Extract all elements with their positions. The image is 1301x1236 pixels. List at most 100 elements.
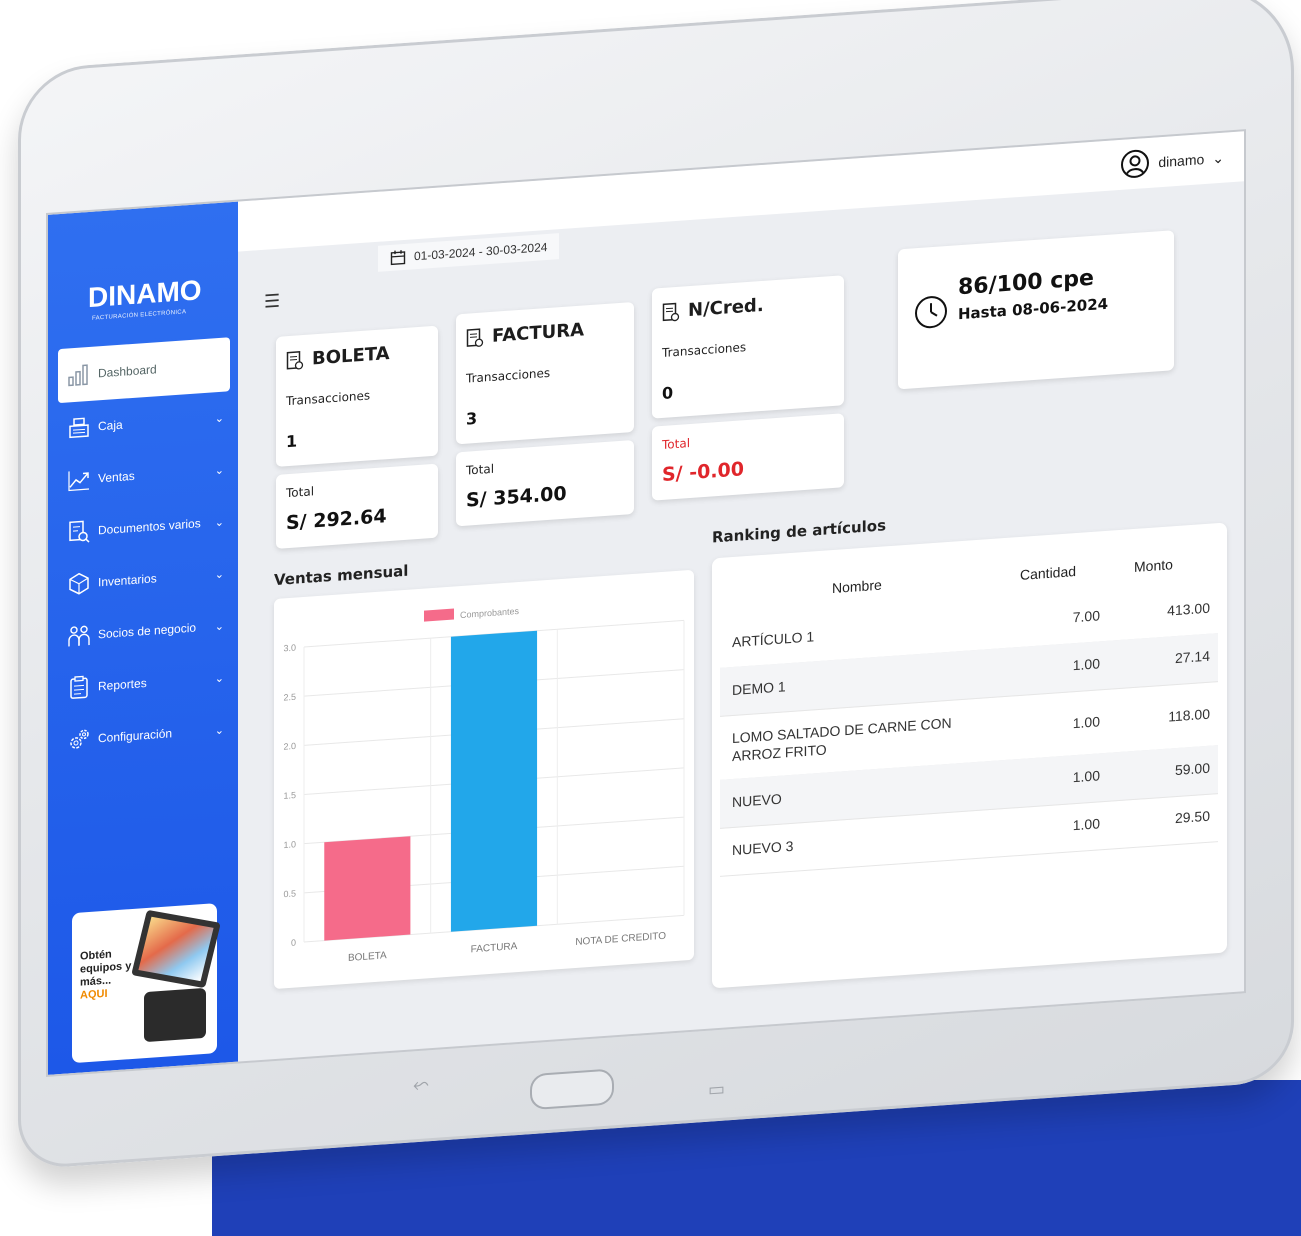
promo-link[interactable]: AQUI <box>80 985 140 1002</box>
bar-boleta <box>324 836 411 941</box>
boleta-total-label: Total <box>286 484 315 501</box>
boleta-title: BOLETA <box>312 343 390 370</box>
row-qty: 1.00 <box>1072 713 1100 732</box>
cpe-expiry: Hasta 08-06-2024 <box>958 294 1109 324</box>
x-tick-label: FACTURA <box>471 941 518 955</box>
promo-text: Obtén equipos y más... AQUI <box>80 946 140 1002</box>
trend-icon <box>66 466 92 494</box>
column-header-name[interactable]: Nombre <box>832 577 882 596</box>
y-tick-label: 1.0 <box>283 839 296 850</box>
sidebar-item-label: Configuración <box>98 726 173 746</box>
cpe-count: 86/100 cpe <box>958 265 1094 301</box>
y-tick-label: 1.5 <box>283 790 296 801</box>
y-tick-label: 3.0 <box>283 643 296 654</box>
chevron-down-icon: ⌄ <box>214 672 224 685</box>
chevron-down-icon: ⌄ <box>214 516 224 529</box>
sidebar-item-configuracion[interactable]: Configuración ⌄ <box>58 703 230 767</box>
chevron-down-icon: ⌄ <box>214 412 224 425</box>
column-header-qty[interactable]: Cantidad <box>1020 563 1076 583</box>
chevron-down-icon: ⌄ <box>1212 149 1224 166</box>
promo-banner[interactable]: Obtén equipos y más... AQUI <box>72 903 221 1064</box>
ranking-section-title: Ranking de artículos <box>712 516 887 547</box>
back-key-icon[interactable]: ⬿ <box>413 1071 429 1096</box>
receipt-icon <box>466 327 484 347</box>
y-tick-label: 0 <box>291 938 296 948</box>
row-name: NUEVO <box>732 790 782 811</box>
clock-icon <box>915 296 947 329</box>
y-tick-label: 0.5 <box>283 888 296 899</box>
hamburger-menu-icon[interactable]: ☰ <box>264 291 280 313</box>
ncred-total-card: Total S/ -0.00 <box>652 413 844 501</box>
legend-label: Comprobantes <box>460 606 519 620</box>
cash-register-icon <box>66 414 92 442</box>
receipt-icon <box>662 302 680 321</box>
row-qty: 1.00 <box>1072 767 1100 786</box>
top-bar: dinamo ⌄ <box>238 131 1244 252</box>
factura-card: FACTURA Transacciones 3 <box>456 301 634 445</box>
chevron-down-icon: ⌄ <box>214 568 224 581</box>
row-qty: 7.00 <box>1072 607 1100 626</box>
calendar-icon <box>390 250 406 266</box>
legend-swatch <box>424 608 454 622</box>
ranking-table: Nombre Cantidad Monto ARTÍCULO 1 7.00 41… <box>712 522 1227 989</box>
chevron-down-icon: ⌄ <box>214 464 224 477</box>
row-amount: 413.00 <box>1167 599 1210 619</box>
chart-section-title: Ventas mensual <box>274 561 409 590</box>
pos-terminal-image <box>131 909 221 989</box>
people-icon <box>66 622 92 650</box>
cpe-quota-card: 86/100 cpe Hasta 08-06-2024 <box>898 230 1174 390</box>
recent-apps-icon[interactable]: ▭ <box>708 1079 725 1101</box>
sidebar-item-label: Ventas <box>98 468 135 486</box>
sidebar-nav: Dashboard Caja ⌄ Ventas ⌄ Documentos var… <box>58 337 230 767</box>
sidebar-item-label: Inventarios <box>98 571 157 590</box>
row-name: LOMO SALTADO DE CARNE CON ARROZ FRITO <box>732 714 952 765</box>
row-qty: 1.00 <box>1072 655 1100 674</box>
sidebar-item-label: Socios de negocio <box>98 620 197 642</box>
row-amount: 29.50 <box>1174 807 1210 827</box>
box-icon <box>66 570 92 598</box>
sidebar-item-label: Documentos varios <box>98 516 201 538</box>
date-range-value: 01-03-2024 - 30-03-2024 <box>414 239 548 264</box>
row-amount: 59.00 <box>1174 759 1210 779</box>
gears-icon <box>66 726 92 754</box>
sidebar: DINAMO FACTURACIÓN ELECTRÓNICA Dashboard… <box>48 201 238 1075</box>
ncred-sub: Transacciones <box>662 340 747 360</box>
row-name: ARTÍCULO 1 <box>732 628 815 651</box>
y-tick-label: 2.5 <box>283 692 296 703</box>
factura-total-value: S/ 354.00 <box>466 482 567 512</box>
receipt-icon <box>286 350 304 370</box>
user-menu[interactable]: dinamo ⌄ <box>1120 143 1224 180</box>
row-amount: 118.00 <box>1168 705 1210 725</box>
sales-chart-card: 3.0 2.5 2.0 1.5 1.0 0.5 0 BOLETA FACTURA NOTA DE … <box>274 569 694 990</box>
factura-count: 3 <box>466 408 478 429</box>
factura-total-card: Total S/ 354.00 <box>456 439 634 527</box>
ncred-total-label: Total <box>662 436 691 452</box>
row-qty: 1.00 <box>1072 815 1100 834</box>
y-tick-label: 2.0 <box>283 741 296 752</box>
ncred-total-value: S/ -0.00 <box>662 458 745 486</box>
tablet-frame: ⬿ ▭ DINAMO FACTURACIÓN ELECTRÓNICA Dashb… <box>18 0 1294 1170</box>
user-avatar-icon <box>1121 149 1150 178</box>
sidebar-item-label: Dashboard <box>98 362 157 381</box>
factura-total-label: Total <box>466 461 495 478</box>
chevron-down-icon: ⌄ <box>214 724 224 737</box>
bar-chart-icon <box>66 361 92 389</box>
column-header-amount[interactable]: Monto <box>1134 556 1173 575</box>
clipboard-icon <box>66 674 92 702</box>
sidebar-item-label: Reportes <box>98 676 147 694</box>
boleta-count: 1 <box>286 431 298 452</box>
ncred-count: 0 <box>662 383 674 403</box>
chevron-down-icon: ⌄ <box>214 620 224 633</box>
x-tick-label: NOTA DE CREDITO <box>575 931 666 948</box>
boleta-total-card: Total S/ 292.64 <box>276 463 438 549</box>
boleta-card: BOLETA Transacciones 1 <box>276 325 438 467</box>
sales-bar-chart: 3.0 2.5 2.0 1.5 1.0 0.5 0 BOLETA FACTURA NOTA DE … <box>283 606 685 964</box>
row-name: DEMO 1 <box>732 678 786 699</box>
boleta-sub: Transacciones <box>286 388 371 409</box>
document-search-icon <box>66 518 92 546</box>
sidebar-item-label: Caja <box>98 417 123 434</box>
factura-title: FACTURA <box>492 319 585 347</box>
home-button[interactable] <box>530 1068 614 1111</box>
factura-sub: Transacciones <box>466 365 551 386</box>
bar-factura <box>450 630 538 932</box>
